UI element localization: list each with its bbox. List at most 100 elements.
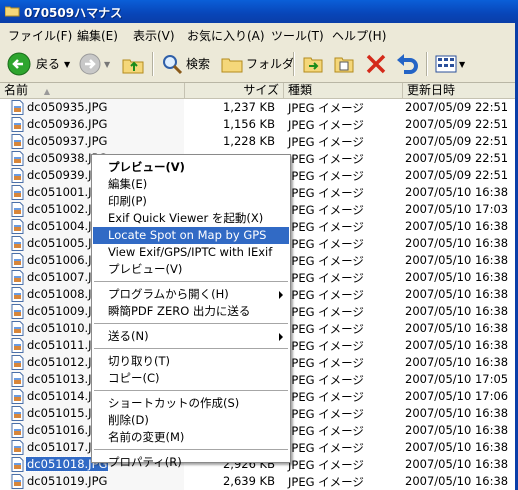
context-menu-item[interactable]: 削除(D) [93, 412, 289, 429]
file-date: 2007/05/10 16:38 [405, 423, 509, 437]
file-date: 2007/05/09 22:51 [405, 134, 509, 148]
folders-button-label[interactable]: フォルダ [246, 55, 294, 72]
menu-separator [94, 390, 288, 391]
forward-dropdown-icon[interactable]: ▼ [104, 60, 110, 69]
context-menu-item[interactable]: ショートカットの作成(S) [93, 395, 289, 412]
file-date: 2007/05/10 16:38 [405, 474, 509, 488]
move-to-icon[interactable] [301, 51, 325, 77]
context-menu-item[interactable]: Locate Spot on Map by GPS [93, 227, 289, 244]
file-type: JPEG イメージ [288, 339, 364, 353]
file-date: 2007/05/10 16:38 [405, 321, 509, 335]
context-menu-item[interactable]: プロパティ(R) [93, 454, 289, 471]
context-menu-item[interactable]: View Exif/GPS/IPTC with IExif [93, 244, 289, 261]
window-title: 070509ハマナス [24, 6, 123, 20]
views-dropdown-icon[interactable]: ▼ [459, 60, 465, 69]
context-menu-item[interactable]: Exif Quick Viewer を起動(X) [93, 210, 289, 227]
file-type: JPEG イメージ [288, 424, 364, 438]
toolbar-separator [152, 52, 154, 76]
jpeg-file-icon [11, 304, 24, 319]
context-menu-item[interactable]: 名前の変更(M) [93, 429, 289, 446]
jpeg-file-icon [11, 253, 24, 268]
jpeg-file-icon [11, 389, 24, 404]
menu-file[interactable]: ファイル(F) [8, 27, 72, 44]
file-name[interactable]: dc050937.JPG [27, 134, 107, 148]
context-menu-item[interactable]: 瞬簡PDF ZERO 出力に送る [93, 303, 289, 320]
search-button-label[interactable]: 検索 [186, 55, 210, 72]
jpeg-file-icon [11, 372, 24, 387]
file-type: JPEG イメージ [288, 458, 364, 472]
jpeg-file-icon [11, 423, 24, 438]
jpeg-file-icon [11, 168, 24, 183]
views-icon[interactable] [434, 51, 458, 77]
up-folder-icon[interactable] [121, 51, 145, 77]
context-menu-item[interactable]: プログラムから開く(H) [93, 286, 289, 303]
jpeg-file-icon [11, 100, 24, 115]
file-row[interactable]: dc050935.JPG 1,237 KB JPEG イメージ 2007/05/09 … [0, 99, 518, 116]
back-arrow-icon[interactable] [6, 51, 32, 77]
menu-view[interactable]: 表示(V) [133, 27, 175, 44]
file-name[interactable]: dc051019.JPG [27, 474, 107, 488]
column-date[interactable]: 更新日時 [403, 83, 518, 98]
context-menu-item[interactable]: 送る(N) [93, 328, 289, 345]
file-date: 2007/05/10 16:38 [405, 338, 509, 352]
context-menu-item[interactable]: 切り取り(T) [93, 353, 289, 370]
menu-edit[interactable]: 編集(E) [77, 27, 118, 44]
file-date: 2007/05/09 22:51 [405, 117, 509, 131]
jpeg-file-icon [11, 338, 24, 353]
file-date: 2007/05/10 17:06 [405, 389, 509, 403]
file-date: 2007/05/10 16:38 [405, 287, 509, 301]
menu-favorites[interactable]: お気に入り(A) [187, 27, 265, 44]
file-type: JPEG イメージ [288, 254, 364, 268]
file-type: JPEG イメージ [288, 390, 364, 404]
copy-to-icon[interactable] [332, 51, 356, 77]
folders-icon[interactable] [220, 51, 244, 77]
forward-arrow-icon[interactable] [78, 51, 102, 77]
jpeg-file-icon [11, 457, 24, 472]
file-date: 2007/05/10 16:38 [405, 219, 509, 233]
back-dropdown-icon[interactable]: ▼ [64, 60, 70, 69]
file-row[interactable]: dc050937.JPG 1,228 KB JPEG イメージ 2007/05/09 … [0, 133, 518, 150]
file-date: 2007/05/10 17:05 [405, 372, 509, 386]
file-date: 2007/05/10 16:38 [405, 304, 509, 318]
file-size: 1,228 KB [222, 134, 275, 148]
file-name[interactable]: dc050936.JPG [27, 117, 107, 131]
jpeg-file-icon [11, 406, 24, 421]
menu-item-label: View Exif/GPS/IPTC with IExif [108, 245, 273, 259]
menu-item-label: 印刷(P) [108, 194, 147, 208]
column-type[interactable]: 種類 [284, 83, 403, 98]
file-size: 1,237 KB [222, 100, 275, 114]
menu-item-label: 名前の変更(M) [108, 430, 185, 444]
search-icon[interactable] [160, 51, 184, 77]
back-button-label[interactable]: 戻る [36, 55, 60, 72]
delete-icon[interactable] [364, 51, 388, 77]
menu-item-label: 編集(E) [108, 177, 148, 191]
context-menu-item[interactable]: コピー(C) [93, 370, 289, 387]
menu-item-label: プレビュー(V) [108, 160, 185, 174]
column-size[interactable]: サイズ [185, 83, 284, 98]
file-type: JPEG イメージ [288, 186, 364, 200]
submenu-arrow-icon [279, 333, 283, 341]
column-name[interactable]: 名前 ▲ [0, 83, 185, 98]
file-name[interactable]: dc050935.JPG [27, 100, 107, 114]
menu-tools[interactable]: ツール(T) [271, 27, 324, 44]
context-menu-item[interactable]: 編集(E) [93, 176, 289, 193]
file-date: 2007/05/10 16:38 [405, 355, 509, 369]
column-header: 名前 ▲ サイズ 種類 更新日時 [0, 83, 518, 99]
menu-item-label: Locate Spot on Map by GPS [108, 228, 267, 242]
context-menu-item[interactable]: プレビュー(V) [93, 261, 289, 278]
file-size: 2,639 KB [222, 474, 275, 488]
file-type: JPEG イメージ [288, 407, 364, 421]
file-type: JPEG イメージ [288, 118, 364, 132]
undo-icon[interactable] [394, 51, 420, 77]
jpeg-file-icon [11, 202, 24, 217]
file-type: JPEG イメージ [288, 305, 364, 319]
file-type: JPEG イメージ [288, 135, 364, 149]
context-menu-item[interactable]: 印刷(P) [93, 193, 289, 210]
toolbar-separator [426, 52, 428, 76]
context-menu-item[interactable]: プレビュー(V) [93, 159, 289, 176]
file-type: JPEG イメージ [288, 271, 364, 285]
file-row[interactable]: dc051019.JPG 2,639 KB JPEG イメージ 2007/05/10 … [0, 473, 518, 490]
title-bar[interactable]: 070509ハマナス [0, 0, 518, 23]
menu-help[interactable]: ヘルプ(H) [332, 27, 386, 44]
file-row[interactable]: dc050936.JPG 1,156 KB JPEG イメージ 2007/05/09 … [0, 116, 518, 133]
